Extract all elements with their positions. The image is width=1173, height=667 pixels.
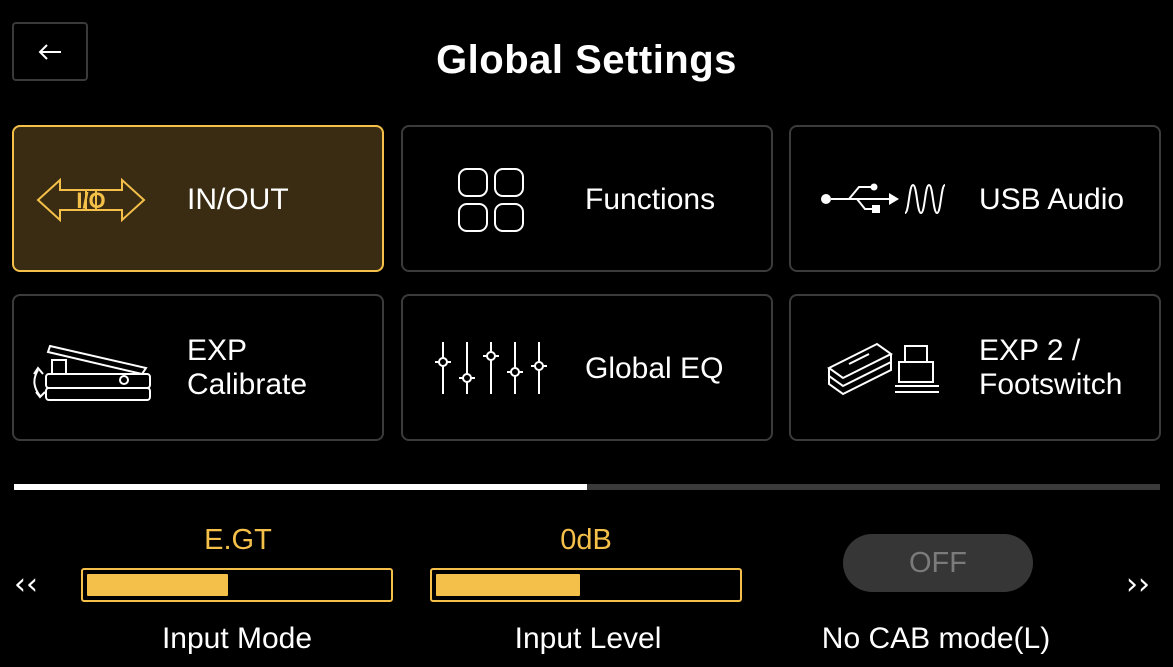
tile-label: IN/OUT <box>187 183 289 216</box>
page-indicator <box>14 484 1160 490</box>
page-title: Global Settings <box>436 38 737 82</box>
io-arrows-icon: I/O <box>34 175 148 225</box>
tile-in-out[interactable]: I/O IN/OUT <box>12 125 384 272</box>
eq-sliders-icon <box>433 338 547 398</box>
input-level-slider-fill <box>436 574 580 596</box>
tile-label: Functions <box>585 183 716 216</box>
no-cab-toggle[interactable]: OFF <box>843 534 1033 592</box>
tile-exp-calibrate[interactable]: EXP Calibrate <box>12 294 384 441</box>
pedal-footswitch-icon <box>825 338 941 398</box>
input-mode-label: Input Mode <box>161 622 313 655</box>
tile-label: EXP 2 / Footswitch <box>979 334 1123 401</box>
tile-exp2-footswitch[interactable]: EXP 2 / Footswitch <box>789 294 1161 441</box>
input-mode-value: E.GT <box>204 524 272 556</box>
input-mode-slider-fill <box>87 574 228 596</box>
svg-text:I/O: I/O <box>76 188 105 213</box>
page-indicator-fill <box>14 484 587 490</box>
tile-label: Global EQ <box>585 352 724 385</box>
tile-functions[interactable]: Functions <box>401 125 773 272</box>
previous-page-button[interactable]: ‹‹ <box>14 568 38 602</box>
tile-global-eq[interactable]: Global EQ <box>401 294 773 441</box>
usb-audio-icon <box>819 179 949 219</box>
input-level-value: 0dB <box>560 524 612 556</box>
tile-usb-audio[interactable]: USB Audio <box>789 125 1161 272</box>
tile-label: USB Audio <box>979 183 1125 216</box>
input-level-slider[interactable] <box>430 568 742 602</box>
input-level-label: Input Level <box>514 622 662 655</box>
no-cab-label: No CAB mode(L) <box>821 622 1051 655</box>
input-mode-slider[interactable] <box>81 568 393 602</box>
next-page-button[interactable]: ›› <box>1126 568 1150 602</box>
tile-label: EXP Calibrate <box>187 334 308 401</box>
expression-pedal-icon <box>28 330 156 404</box>
grid-icon <box>457 167 525 233</box>
